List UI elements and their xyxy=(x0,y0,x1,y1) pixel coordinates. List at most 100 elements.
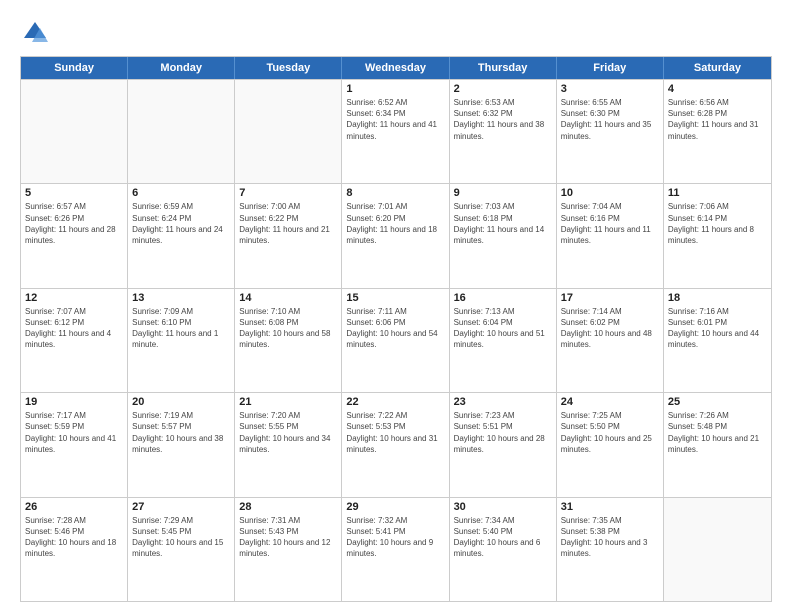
day-info: Sunrise: 7:35 AMSunset: 5:38 PMDaylight:… xyxy=(561,515,659,560)
day-info: Sunrise: 7:03 AMSunset: 6:18 PMDaylight:… xyxy=(454,201,552,246)
day-number: 9 xyxy=(454,187,552,199)
day-info: Sunrise: 7:09 AMSunset: 6:10 PMDaylight:… xyxy=(132,306,230,351)
day-number: 10 xyxy=(561,187,659,199)
calendar-week-2: 5Sunrise: 6:57 AMSunset: 6:26 PMDaylight… xyxy=(21,183,771,287)
calendar-day-2: 2 Sunrise: 6:53 AMSunset: 6:32 PMDaylight… xyxy=(450,80,557,183)
calendar-day-16: 16 Sunrise: 7:13 AMSunset: 6:04 PMDayligh… xyxy=(450,289,557,392)
calendar-day-21: 21 Sunrise: 7:20 AMSunset: 5:55 PMDayligh… xyxy=(235,393,342,496)
calendar-week-1: 1 Sunrise: 6:52 AMSunset: 6:34 PMDaylight… xyxy=(21,79,771,183)
calendar-empty-cell xyxy=(664,498,771,601)
calendar-day-22: 22 Sunrise: 7:22 AMSunset: 5:53 PMDayligh… xyxy=(342,393,449,496)
logo xyxy=(20,18,54,48)
header-day-saturday: Saturday xyxy=(664,57,771,79)
day-number: 21 xyxy=(239,396,337,408)
day-number: 13 xyxy=(132,292,230,304)
day-number: 5 xyxy=(25,187,123,199)
calendar-day-13: 13 Sunrise: 7:09 AMSunset: 6:10 PMDayligh… xyxy=(128,289,235,392)
day-number: 29 xyxy=(346,501,444,513)
day-number: 20 xyxy=(132,396,230,408)
calendar-week-4: 19Sunrise: 7:17 AMSunset: 5:59 PMDayligh… xyxy=(21,392,771,496)
day-info: Sunrise: 7:10 AMSunset: 6:08 PMDaylight:… xyxy=(239,306,337,351)
calendar-day-12: 12Sunrise: 7:07 AMSunset: 6:12 PMDayligh… xyxy=(21,289,128,392)
day-number: 12 xyxy=(25,292,123,304)
calendar-day-23: 23Sunrise: 7:23 AMSunset: 5:51 PMDayligh… xyxy=(450,393,557,496)
day-number: 24 xyxy=(561,396,659,408)
day-number: 30 xyxy=(454,501,552,513)
calendar-day-20: 20 Sunrise: 7:19 AMSunset: 5:57 PMDayligh… xyxy=(128,393,235,496)
calendar-day-3: 3Sunrise: 6:55 AMSunset: 6:30 PMDaylight… xyxy=(557,80,664,183)
day-info: Sunrise: 7:22 AMSunset: 5:53 PMDaylight:… xyxy=(346,410,444,455)
day-info: Sunrise: 6:56 AMSunset: 6:28 PMDaylight:… xyxy=(668,97,767,142)
calendar-day-24: 24 Sunrise: 7:25 AMSunset: 5:50 PMDayligh… xyxy=(557,393,664,496)
calendar-day-30: 30 Sunrise: 7:34 AMSunset: 5:40 PMDayligh… xyxy=(450,498,557,601)
day-info: Sunrise: 7:28 AMSunset: 5:46 PMDaylight:… xyxy=(25,515,123,560)
day-number: 18 xyxy=(668,292,767,304)
day-info: Sunrise: 7:19 AMSunset: 5:57 PMDaylight:… xyxy=(132,410,230,455)
calendar-week-3: 12Sunrise: 7:07 AMSunset: 6:12 PMDayligh… xyxy=(21,288,771,392)
calendar-empty-cell xyxy=(128,80,235,183)
calendar-day-6: 6Sunrise: 6:59 AMSunset: 6:24 PMDaylight… xyxy=(128,184,235,287)
day-number: 19 xyxy=(25,396,123,408)
day-info: Sunrise: 6:59 AMSunset: 6:24 PMDaylight:… xyxy=(132,201,230,246)
calendar-day-28: 28Sunrise: 7:31 AMSunset: 5:43 PMDayligh… xyxy=(235,498,342,601)
calendar-day-7: 7 Sunrise: 7:00 AMSunset: 6:22 PMDaylight… xyxy=(235,184,342,287)
day-number: 26 xyxy=(25,501,123,513)
day-number: 31 xyxy=(561,501,659,513)
calendar: SundayMondayTuesdayWednesdayThursdayFrid… xyxy=(20,56,772,602)
day-number: 16 xyxy=(454,292,552,304)
day-info: Sunrise: 7:32 AMSunset: 5:41 PMDaylight:… xyxy=(346,515,444,560)
day-info: Sunrise: 7:06 AMSunset: 6:14 PMDaylight:… xyxy=(668,201,767,246)
calendar-header: SundayMondayTuesdayWednesdayThursdayFrid… xyxy=(21,57,771,79)
day-number: 7 xyxy=(239,187,337,199)
day-info: Sunrise: 7:20 AMSunset: 5:55 PMDaylight:… xyxy=(239,410,337,455)
logo-icon xyxy=(20,18,50,48)
calendar-day-11: 11 Sunrise: 7:06 AMSunset: 6:14 PMDayligh… xyxy=(664,184,771,287)
day-number: 15 xyxy=(346,292,444,304)
day-number: 4 xyxy=(668,83,767,95)
calendar-week-5: 26 Sunrise: 7:28 AMSunset: 5:46 PMDayligh… xyxy=(21,497,771,601)
calendar-day-26: 26 Sunrise: 7:28 AMSunset: 5:46 PMDayligh… xyxy=(21,498,128,601)
day-number: 8 xyxy=(346,187,444,199)
day-info: Sunrise: 7:11 AMSunset: 6:06 PMDaylight:… xyxy=(346,306,444,351)
day-info: Sunrise: 7:26 AMSunset: 5:48 PMDaylight:… xyxy=(668,410,767,455)
calendar-body: 1 Sunrise: 6:52 AMSunset: 6:34 PMDaylight… xyxy=(21,79,771,601)
day-info: Sunrise: 7:29 AMSunset: 5:45 PMDaylight:… xyxy=(132,515,230,560)
day-number: 22 xyxy=(346,396,444,408)
day-info: Sunrise: 7:13 AMSunset: 6:04 PMDaylight:… xyxy=(454,306,552,351)
calendar-day-14: 14 Sunrise: 7:10 AMSunset: 6:08 PMDayligh… xyxy=(235,289,342,392)
day-number: 2 xyxy=(454,83,552,95)
header-day-friday: Friday xyxy=(557,57,664,79)
day-info: Sunrise: 7:00 AMSunset: 6:22 PMDaylight:… xyxy=(239,201,337,246)
calendar-day-15: 15 Sunrise: 7:11 AMSunset: 6:06 PMDayligh… xyxy=(342,289,449,392)
day-info: Sunrise: 7:25 AMSunset: 5:50 PMDaylight:… xyxy=(561,410,659,455)
day-number: 3 xyxy=(561,83,659,95)
day-info: Sunrise: 7:23 AMSunset: 5:51 PMDaylight:… xyxy=(454,410,552,455)
page-header xyxy=(20,18,772,48)
header-day-monday: Monday xyxy=(128,57,235,79)
calendar-day-31: 31 Sunrise: 7:35 AMSunset: 5:38 PMDayligh… xyxy=(557,498,664,601)
calendar-day-9: 9 Sunrise: 7:03 AMSunset: 6:18 PMDaylight… xyxy=(450,184,557,287)
calendar-empty-cell xyxy=(21,80,128,183)
header-day-wednesday: Wednesday xyxy=(342,57,449,79)
day-info: Sunrise: 7:01 AMSunset: 6:20 PMDaylight:… xyxy=(346,201,444,246)
calendar-day-27: 27Sunrise: 7:29 AMSunset: 5:45 PMDayligh… xyxy=(128,498,235,601)
day-number: 14 xyxy=(239,292,337,304)
day-number: 1 xyxy=(346,83,444,95)
header-day-tuesday: Tuesday xyxy=(235,57,342,79)
day-number: 17 xyxy=(561,292,659,304)
calendar-day-29: 29 Sunrise: 7:32 AMSunset: 5:41 PMDayligh… xyxy=(342,498,449,601)
day-info: Sunrise: 7:34 AMSunset: 5:40 PMDaylight:… xyxy=(454,515,552,560)
header-day-thursday: Thursday xyxy=(450,57,557,79)
calendar-day-25: 25 Sunrise: 7:26 AMSunset: 5:48 PMDayligh… xyxy=(664,393,771,496)
calendar-day-4: 4 Sunrise: 6:56 AMSunset: 6:28 PMDaylight… xyxy=(664,80,771,183)
day-info: Sunrise: 7:14 AMSunset: 6:02 PMDaylight:… xyxy=(561,306,659,351)
calendar-day-1: 1 Sunrise: 6:52 AMSunset: 6:34 PMDaylight… xyxy=(342,80,449,183)
calendar-day-10: 10Sunrise: 7:04 AMSunset: 6:16 PMDayligh… xyxy=(557,184,664,287)
day-info: Sunrise: 6:52 AMSunset: 6:34 PMDaylight:… xyxy=(346,97,444,142)
day-number: 25 xyxy=(668,396,767,408)
day-info: Sunrise: 6:53 AMSunset: 6:32 PMDaylight:… xyxy=(454,97,552,142)
day-info: Sunrise: 7:16 AMSunset: 6:01 PMDaylight:… xyxy=(668,306,767,351)
calendar-day-17: 17 Sunrise: 7:14 AMSunset: 6:02 PMDayligh… xyxy=(557,289,664,392)
day-info: Sunrise: 7:31 AMSunset: 5:43 PMDaylight:… xyxy=(239,515,337,560)
day-number: 11 xyxy=(668,187,767,199)
